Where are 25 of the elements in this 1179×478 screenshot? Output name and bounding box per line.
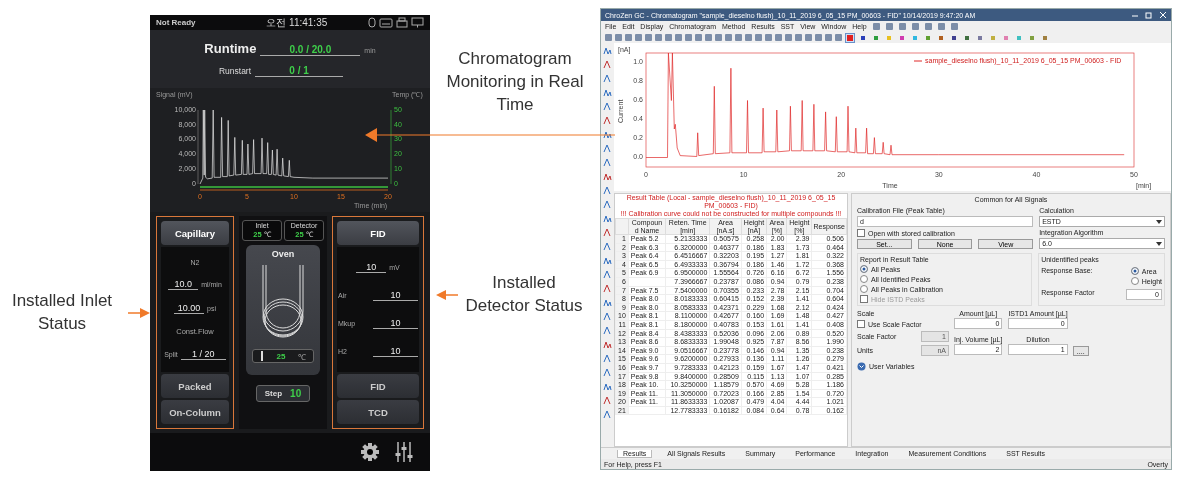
value-field[interactable]: 10.00 <box>174 303 204 314</box>
callout-label: Installed Inlet Status <box>10 290 114 335</box>
oven-temperature-field[interactable]: 25 ℃ <box>252 349 314 363</box>
value-field[interactable]: 10 <box>373 318 418 330</box>
step-field[interactable]: Step 10 <box>255 385 311 402</box>
runtime-value: 0.0 / 20.0 <box>260 44 361 56</box>
value-field[interactable]: 10.0 <box>168 279 199 291</box>
inlet-tab[interactable]: On-Column <box>161 400 229 424</box>
callout-label: Installed Detector Status <box>464 271 584 317</box>
runtime-label: Runtime <box>204 41 257 56</box>
runstart-value: 0 / 1 <box>255 65 344 77</box>
split-field[interactable]: 1 / 20 <box>180 348 226 360</box>
detector-tab[interactable]: FID <box>337 374 419 398</box>
runstart-label: Runstart <box>218 66 252 76</box>
inlet-tab[interactable]: Capillary <box>161 221 229 245</box>
callout-label: Chromatogram Monitoring in Real Time <box>445 48 585 116</box>
oven-title: Oven <box>271 249 295 259</box>
detector-tab[interactable]: TCD <box>337 400 419 424</box>
value-field[interactable]: 10 <box>373 346 418 358</box>
detector-tab[interactable]: FID <box>337 221 419 245</box>
clock-text: 오전 11:41:35 <box>266 15 328 30</box>
value-field[interactable]: 10 <box>356 261 387 273</box>
status-text: Not Ready <box>156 18 196 27</box>
value-field[interactable]: 10 <box>373 289 418 301</box>
inlet-tab[interactable]: Packed <box>161 374 229 398</box>
